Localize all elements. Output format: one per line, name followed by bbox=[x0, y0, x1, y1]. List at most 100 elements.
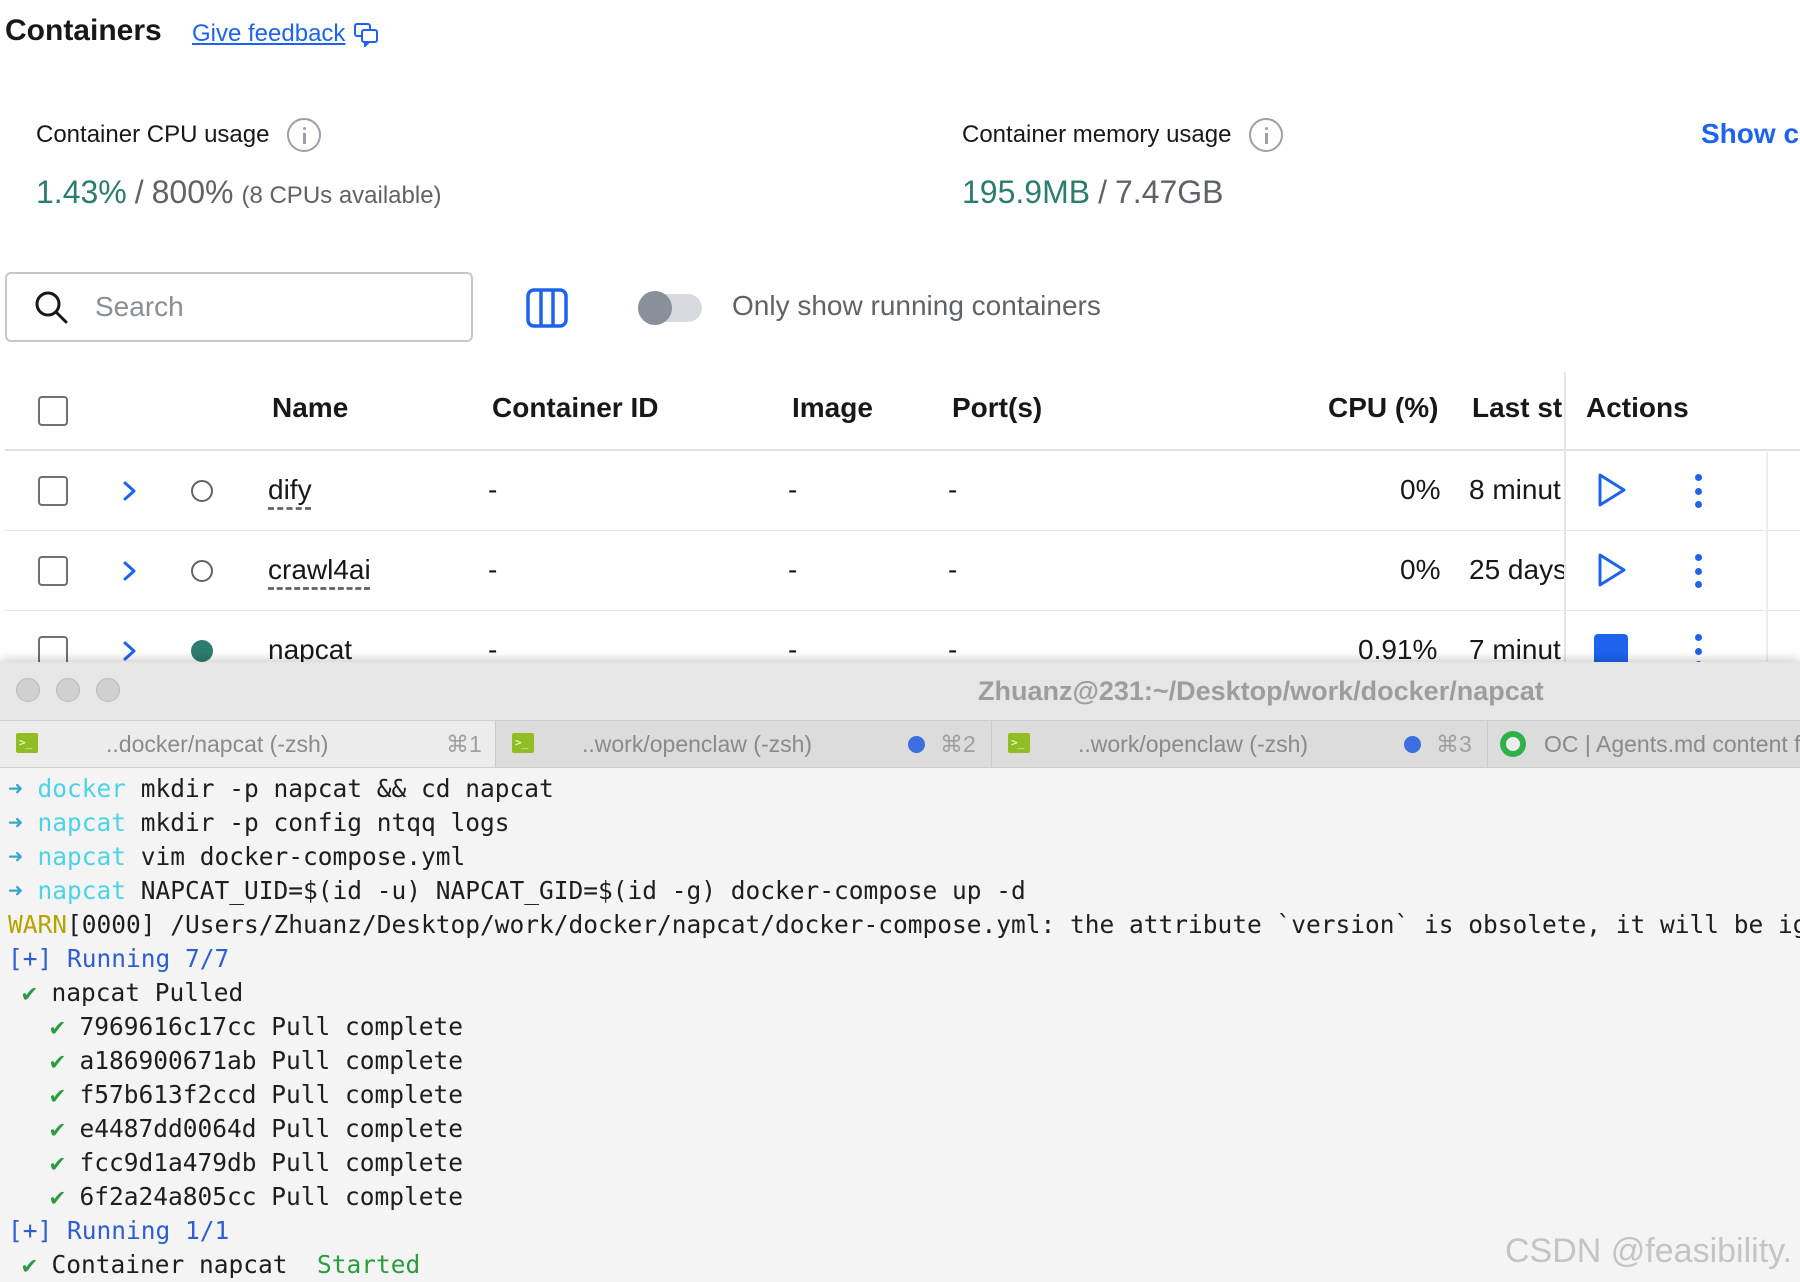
column-header-ports[interactable]: Port(s) bbox=[952, 392, 1042, 424]
chevron-right-icon[interactable] bbox=[118, 640, 140, 662]
status-text: Container napcat bbox=[36, 1250, 318, 1279]
ports-cell: - bbox=[948, 634, 958, 662]
command-text: mkdir -p config ntqq logs bbox=[126, 808, 510, 837]
last-started-cell: 7 minut bbox=[1469, 634, 1561, 662]
tab-label: ..docker/napcat (-zsh) bbox=[106, 731, 329, 757]
terminal-tab-bar: >_ ..docker/napcat (-zsh) ⌘1 >_ ..work/o… bbox=[0, 720, 1800, 768]
ports-cell: - bbox=[948, 474, 958, 505]
cpu-note: (8 CPUs available) bbox=[241, 182, 442, 209]
terminal-tab-1[interactable]: >_ ..docker/napcat (-zsh) ⌘1 bbox=[0, 721, 496, 767]
search-box[interactable] bbox=[5, 272, 473, 342]
terminal-line: WARN[0000] /Users/Zhuanz/Desktop/work/do… bbox=[8, 908, 1800, 942]
prompt-dir: napcat bbox=[37, 842, 127, 871]
command-text: vim docker-compose.yml bbox=[126, 842, 466, 871]
row-checkbox[interactable] bbox=[38, 556, 68, 586]
memory-used: 195.9MB bbox=[962, 174, 1091, 210]
tab-label: ..work/openclaw (-zsh) bbox=[582, 731, 813, 757]
terminal-line: ➜ napcat NAPCAT_UID=$(id -u) NAPCAT_GID=… bbox=[8, 874, 1026, 908]
row-checkbox[interactable] bbox=[38, 636, 68, 662]
table-row[interactable]: napcat - - - 0.91% 7 minut bbox=[0, 612, 1800, 662]
tab-shortcut: ⌘3 bbox=[1436, 731, 1472, 757]
more-actions-icon[interactable] bbox=[1694, 554, 1702, 588]
container-id-cell: - bbox=[488, 554, 498, 585]
more-actions-icon[interactable] bbox=[1694, 634, 1702, 662]
terminal-line: ✔ 7969616c17cc Pull complete bbox=[50, 1010, 463, 1044]
header-divider bbox=[5, 449, 1800, 451]
terminal-window[interactable]: Zhuanz@231:~/Desktop/work/docker/napcat … bbox=[0, 662, 1800, 1282]
play-icon[interactable] bbox=[1596, 552, 1628, 588]
watermark: CSDN @feasibility. bbox=[1505, 1232, 1793, 1270]
prompt-arrow-icon: ➜ bbox=[8, 774, 23, 803]
prompt-dir: docker bbox=[37, 774, 127, 803]
stop-icon[interactable] bbox=[1594, 634, 1628, 662]
terminal-tab-4[interactable]: OC | Agents.md content f bbox=[1488, 721, 1800, 767]
cpu-usage-value: 1.43% / 800% (8 CPUs available) bbox=[36, 174, 442, 211]
status-running-icon bbox=[191, 640, 213, 662]
minimize-window-icon[interactable] bbox=[56, 678, 80, 702]
terminal-icon: >_ bbox=[512, 733, 534, 753]
play-icon[interactable] bbox=[1596, 472, 1628, 508]
zoom-window-icon[interactable] bbox=[96, 678, 120, 702]
show-charts-button[interactable]: Show ch bbox=[1701, 118, 1800, 150]
memory-separator: / bbox=[1098, 174, 1107, 210]
tab-label: OC | Agents.md content f bbox=[1544, 731, 1800, 757]
cpu-usage-label-group: Container CPU usage bbox=[36, 118, 322, 152]
status-stopped-icon bbox=[191, 480, 213, 502]
column-header-image[interactable]: Image bbox=[792, 392, 873, 424]
check-icon: ✔ bbox=[22, 1250, 37, 1279]
select-all-checkbox[interactable] bbox=[38, 396, 68, 426]
cpu-cell: 0% bbox=[1400, 474, 1441, 505]
table-row[interactable]: crawl4ai - - - 0% 25 days bbox=[0, 532, 1800, 610]
info-icon[interactable] bbox=[1249, 118, 1284, 152]
tab-shortcut: ⌘2 bbox=[940, 731, 976, 757]
cpu-total: 800% bbox=[151, 174, 234, 210]
prompt-dir: napcat bbox=[37, 808, 127, 837]
terminal-tab-3[interactable]: >_ ..work/openclaw (-zsh) ⌘3 bbox=[992, 721, 1488, 767]
row-checkbox[interactable] bbox=[38, 476, 68, 506]
column-header-last-started[interactable]: Last sta bbox=[1472, 392, 1562, 424]
container-id-cell: - bbox=[488, 634, 498, 662]
progress-bracket: [+] bbox=[8, 1216, 53, 1245]
more-actions-icon[interactable] bbox=[1694, 474, 1702, 508]
chevron-right-icon[interactable] bbox=[118, 480, 140, 502]
pull-text: 7969616c17cc Pull complete bbox=[79, 1012, 464, 1041]
search-input[interactable] bbox=[93, 290, 457, 324]
progress-text: Running 7/7 bbox=[52, 944, 230, 973]
give-feedback-link[interactable]: Give feedback bbox=[192, 20, 379, 48]
command-text: NAPCAT_UID=$(id -u) NAPCAT_GID=$(id -g) … bbox=[126, 876, 1026, 905]
cpu-separator: / bbox=[134, 174, 144, 210]
pull-text: a186900671ab Pull complete bbox=[79, 1046, 464, 1075]
info-icon[interactable] bbox=[287, 118, 322, 152]
columns-icon[interactable] bbox=[526, 288, 568, 328]
chevron-right-icon[interactable] bbox=[118, 560, 140, 582]
table-row[interactable]: dify - - - 0% 8 minut bbox=[0, 452, 1800, 530]
container-name-link[interactable]: dify bbox=[268, 474, 312, 506]
container-name-link[interactable]: crawl4ai bbox=[268, 554, 371, 586]
command-text: mkdir -p napcat && cd napcat bbox=[126, 774, 554, 803]
check-icon: ✔ bbox=[50, 1182, 65, 1211]
row-divider bbox=[5, 610, 1800, 611]
terminal-tab-2[interactable]: >_ ..work/openclaw (-zsh) ⌘2 bbox=[496, 721, 992, 767]
cpu-used: 1.43% bbox=[36, 174, 127, 210]
terminal-line: ➜ napcat mkdir -p config ntqq logs bbox=[8, 806, 510, 840]
terminal-line: ➜ docker mkdir -p napcat && cd napcat bbox=[8, 772, 554, 806]
warn-tag: WARN bbox=[8, 910, 68, 939]
running-only-toggle[interactable] bbox=[638, 291, 702, 325]
column-header-name[interactable]: Name bbox=[272, 392, 348, 424]
page-title: Containers bbox=[5, 14, 162, 47]
check-icon: ✔ bbox=[50, 1012, 65, 1041]
activity-dot-icon bbox=[908, 736, 925, 753]
check-icon: ✔ bbox=[50, 1080, 65, 1109]
started-status: Started bbox=[317, 1250, 421, 1279]
close-window-icon[interactable] bbox=[16, 678, 40, 702]
progress-text: Running 1/1 bbox=[52, 1216, 230, 1245]
terminal-output[interactable]: ➜ docker mkdir -p napcat && cd napcat ➜ … bbox=[0, 768, 1800, 1282]
terminal-icon: >_ bbox=[16, 733, 38, 753]
container-id-cell: - bbox=[488, 474, 498, 505]
column-header-cpu[interactable]: CPU (%) bbox=[1328, 392, 1438, 424]
image-cell: - bbox=[788, 554, 798, 585]
column-header-container-id[interactable]: Container ID bbox=[492, 392, 658, 424]
oc-app-icon bbox=[1500, 731, 1526, 757]
container-name-link[interactable]: napcat bbox=[268, 634, 352, 662]
terminal-titlebar[interactable]: Zhuanz@231:~/Desktop/work/docker/napcat bbox=[0, 662, 1800, 720]
